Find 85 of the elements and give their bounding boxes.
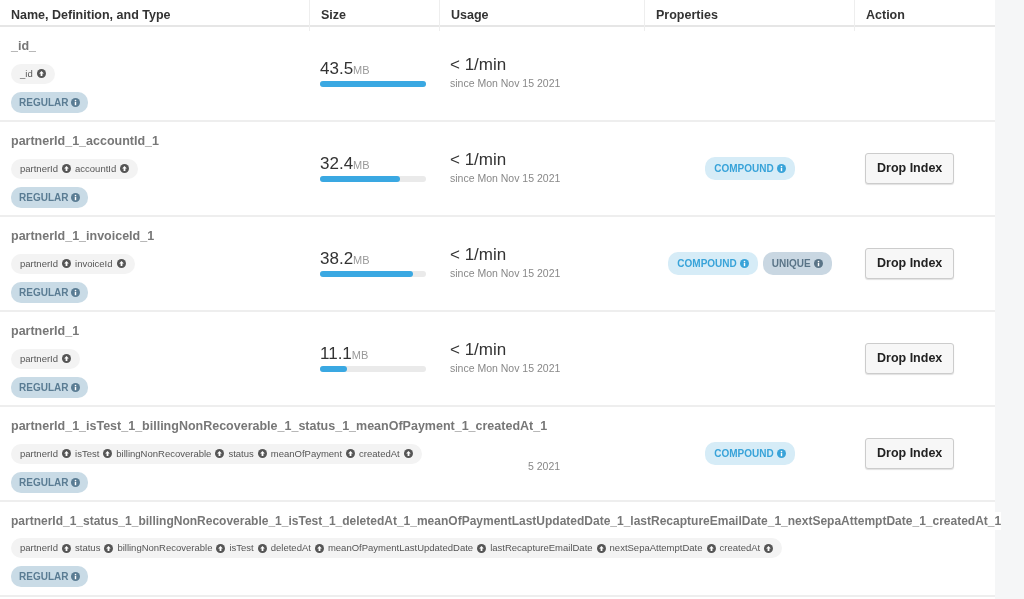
up-arrow-icon [116, 259, 126, 269]
field-name: deletedAt [270, 541, 311, 555]
field-name: createdAt [719, 541, 761, 555]
field-name: partnerId [20, 161, 59, 176]
column-header: Size [310, 0, 440, 31]
up-arrow-icon [103, 449, 113, 459]
field-name: meanOfPaymentLastUpdatedDate [327, 541, 474, 555]
info-icon [71, 193, 81, 202]
field-name: invoiceId [75, 256, 113, 271]
drop-index-button[interactable]: Drop Index [865, 153, 955, 184]
info-icon [776, 449, 786, 458]
info-icon [71, 288, 81, 297]
up-arrow-icon [706, 543, 716, 553]
usage-rate: < 1/min [450, 150, 508, 171]
up-arrow-icon [314, 543, 324, 553]
info-icon [71, 383, 81, 392]
property-tag: COMPOUND [668, 252, 758, 275]
up-arrow-icon [257, 449, 267, 459]
up-arrow-icon [346, 449, 356, 459]
index-size: 43.5MB [320, 60, 371, 77]
field-name: accountId [75, 161, 117, 176]
field-name: isTest [229, 541, 254, 555]
field-name: nextSepaAttemptDate [609, 541, 703, 555]
field-name: lastRecaptureEmailDate [490, 541, 593, 555]
index-size: 11.1MB [320, 345, 370, 362]
field-name: partnerId [20, 541, 59, 555]
up-arrow-icon [764, 543, 774, 553]
index-type-tag: REGULAR [11, 187, 89, 208]
up-arrow-icon [120, 164, 130, 174]
up-arrow-icon [62, 543, 72, 553]
property-tag: COMPOUND [705, 442, 795, 465]
field-name: createdAt [359, 446, 400, 461]
drop-index-button[interactable]: Drop Index [865, 343, 955, 374]
up-arrow-icon [36, 69, 46, 79]
usage-rate: < 1/min [450, 340, 508, 361]
info-icon [71, 478, 81, 487]
index-type-tag: REGULAR [11, 377, 89, 398]
column-header: Properties [645, 0, 855, 31]
usage-since: since Mon Nov 15 2021 [450, 265, 562, 281]
drop-index-button[interactable]: Drop Index [865, 248, 955, 279]
index-type-tag: REGULAR [11, 282, 89, 303]
info-icon [813, 259, 823, 268]
field-name: status [75, 541, 101, 555]
field-name: billingNonRecoverable [116, 446, 212, 461]
up-arrow-icon [403, 449, 413, 459]
up-arrow-icon [257, 543, 267, 553]
property-tag: COMPOUND [705, 157, 795, 180]
field-name: partnerId [20, 351, 59, 366]
column-header: Usage [440, 0, 645, 31]
index-type-tag: REGULAR [11, 92, 89, 113]
usage-rate: < 1/min [450, 55, 508, 76]
field-name: isTest [75, 446, 100, 461]
usage-since: since Mon Nov 15 2021 [450, 170, 562, 186]
field-name: status [228, 446, 254, 461]
drop-index-button[interactable]: Drop Index [865, 438, 955, 469]
up-arrow-icon [215, 449, 225, 459]
up-arrow-icon [62, 164, 72, 174]
up-arrow-icon [62, 449, 72, 459]
info-icon [71, 98, 81, 107]
up-arrow-icon [62, 354, 72, 364]
up-arrow-icon [477, 543, 487, 553]
column-header: Name, Definition, and Type [0, 0, 310, 31]
up-arrow-icon [62, 259, 72, 269]
index-size: 32.4MB [320, 155, 371, 172]
usage-since: since Mon Nov 15 2021 [450, 75, 562, 91]
index-type-tag: REGULAR [11, 472, 89, 493]
field-name: meanOfPayment [270, 446, 343, 461]
column-header: Action [865, 7, 906, 24]
up-arrow-icon [596, 543, 606, 553]
field-name: _id [20, 66, 33, 81]
index-type-tag: REGULAR [11, 566, 89, 588]
info-icon [739, 259, 749, 268]
info-icon [71, 572, 81, 582]
usage-since: since Mon Nov 15 2021 [450, 360, 562, 376]
up-arrow-icon [216, 543, 226, 553]
index-size: 38.2MB [320, 250, 371, 267]
field-name: billingNonRecoverable [117, 541, 213, 555]
usage-rate: < 1/min [450, 245, 508, 266]
field-name: partnerId [20, 446, 59, 461]
usage-since: 5 2021 [528, 458, 562, 474]
property-tag: UNIQUE [762, 252, 832, 275]
index-name: partnerId_1_status_1_billingNonRecoverable_1_isTest_1_deletedAt_1_meanOfPaymentLastUpdatedDate_1_lastRecaptureEmailDate_1_nextSepaAttemptDate_1_createdAt_1 [11, 512, 1002, 530]
field-name: partnerId [20, 256, 59, 271]
info-icon [776, 164, 786, 173]
up-arrow-icon [104, 543, 114, 553]
